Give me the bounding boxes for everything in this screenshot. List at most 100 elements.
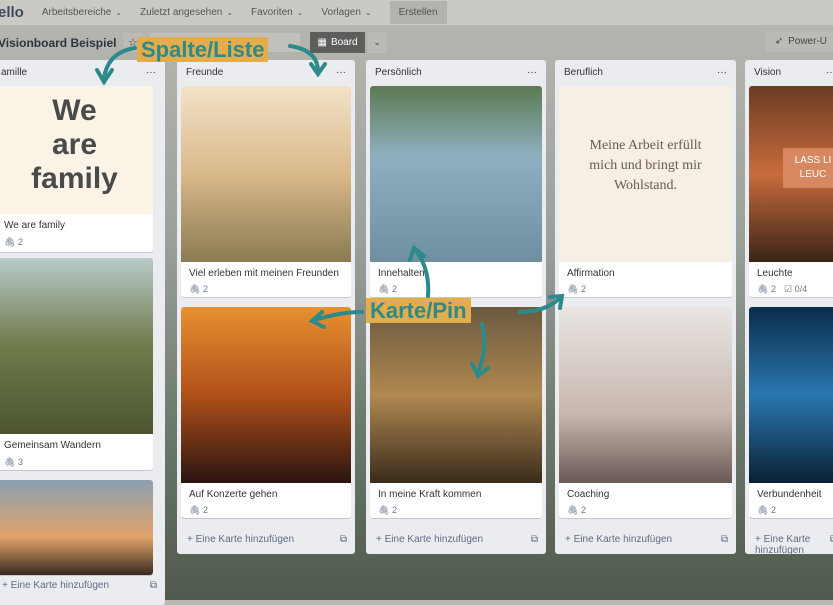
nav-workspaces[interactable]: Arbeitsbereiche ⌄: [42, 7, 122, 18]
card[interactable]: Coaching 🖇 2: [559, 307, 732, 518]
add-card-button[interactable]: + Eine Karte hinzufügen⧉: [755, 534, 833, 556]
create-button[interactable]: Erstellen: [389, 1, 447, 24]
attachment-badge: 🖇 2: [378, 505, 397, 516]
plus-icon: +: [376, 534, 382, 545]
add-card-label: Eine Karte hinzufügen: [755, 534, 811, 556]
board-title[interactable]: Visionboard Beispiel: [0, 36, 116, 50]
card[interactable]: LASS LI LEUC Leuchte 🖇 2 ☑ 0/4: [749, 86, 833, 297]
attachment-badge: 🖇 2: [189, 284, 208, 295]
template-icon[interactable]: ⧉: [340, 534, 347, 545]
paperclip-icon: 🖇: [757, 284, 769, 294]
card[interactable]: [0, 480, 153, 575]
nav-recent[interactable]: Zuletzt angesehen ⌄: [140, 7, 233, 18]
card-image: LASS LI LEUC: [749, 86, 833, 262]
attachment-count: 2: [770, 284, 776, 294]
view-label: Board: [330, 37, 358, 48]
add-card-button[interactable]: + Eine Karte hinzufügen⧉: [2, 580, 157, 591]
attachment-count: 2: [391, 284, 397, 294]
card-badges: 🖇 2 ☑ 0/4: [757, 284, 807, 295]
nav-favorites[interactable]: Favoriten ⌄: [251, 7, 303, 18]
card[interactable]: Innehalten 🖇 2: [370, 86, 542, 297]
plus-icon: +: [755, 534, 761, 545]
powerups-label: Power-U: [788, 36, 827, 47]
attachment-count: 2: [202, 284, 208, 294]
attachment-count: 2: [202, 505, 208, 515]
card-title: Innehalten: [378, 268, 425, 279]
list-title[interactable]: amille: [1, 67, 27, 78]
attachment-count: 2: [580, 505, 586, 515]
attachment-count: 2: [17, 237, 23, 247]
attachment-count: 2: [391, 505, 397, 515]
attachment-badge: 🖇 2: [189, 505, 208, 516]
attachment-badge: 🖇 2: [567, 505, 586, 516]
list-title[interactable]: Persönlich: [375, 67, 422, 78]
list-familie: amille ··· We are family We are family 🖇 …: [0, 60, 165, 605]
card-image: [370, 307, 542, 483]
template-icon[interactable]: ⧉: [721, 534, 728, 545]
card-image: [749, 307, 833, 483]
card[interactable]: Meine Arbeit erfüllt mich und bringt mir…: [559, 86, 732, 297]
add-card-label: Eine Karte hinzufügen: [384, 534, 484, 545]
card-title: Gemeinsam Wandern: [4, 440, 101, 451]
chevron-down-icon[interactable]: ⌄: [367, 32, 387, 53]
card[interactable]: Verbundenheit 🖇 2: [749, 307, 833, 518]
nav-templates[interactable]: Vorlagen ⌄: [321, 7, 371, 18]
powerups-button[interactable]: ➶ Power-U: [764, 31, 833, 52]
card[interactable]: Auf Konzerte gehen 🖇 2: [181, 307, 351, 518]
card[interactable]: We are family We are family 🖇 2: [0, 86, 153, 252]
template-icon[interactable]: ⧉: [150, 580, 157, 591]
annotation-list-label: Spalte/Liste: [137, 37, 269, 62]
more-icon[interactable]: ···: [146, 67, 156, 78]
list-title[interactable]: Beruflich: [564, 67, 603, 78]
card-badges: 🖇 2: [378, 284, 397, 295]
paperclip-icon: 🖇: [189, 284, 201, 294]
checkbox-icon: ☑: [783, 284, 793, 294]
card-title: Coaching: [567, 489, 610, 500]
card-badges: 🖇 2: [757, 505, 776, 516]
add-card-button[interactable]: + Eine Karte hinzufügen⧉: [187, 534, 347, 545]
card-title: Leuchte: [757, 268, 793, 279]
card-image: Meine Arbeit erfüllt mich und bringt mir…: [559, 86, 732, 262]
logo[interactable]: ello: [0, 4, 24, 21]
card-badges: 🖇 2: [567, 284, 586, 295]
board-header: Visionboard Beispiel ☆ ▦ Board ⌄ ➶ Power-U: [0, 30, 833, 55]
card[interactable]: Gemeinsam Wandern 🖇 3: [0, 258, 153, 470]
list-title[interactable]: Freunde: [186, 67, 223, 78]
paperclip-icon: 🖇: [567, 284, 579, 294]
template-icon[interactable]: ⧉: [531, 534, 538, 545]
image-text: Meine Arbeit erfüllt mich und bringt mir…: [589, 138, 702, 193]
card[interactable]: In meine Kraft kommen 🖇 2: [370, 307, 542, 518]
add-card-button[interactable]: + Eine Karte hinzufügen⧉: [565, 534, 728, 545]
list: Beruflich ··· Meine Arbeit erfüllt mich u…: [555, 60, 736, 554]
card-image: [181, 86, 351, 262]
add-card-button[interactable]: + Eine Karte hinzufügen ⧉: [376, 534, 538, 545]
nav-label: Favoriten: [251, 7, 293, 18]
card-image: [0, 258, 153, 434]
list: Freunde ··· Viel erleben mit meinen Freun…: [177, 60, 355, 554]
card-image: [181, 307, 351, 483]
more-icon[interactable]: ···: [717, 67, 727, 78]
chevron-down-icon: ⌄: [115, 8, 123, 17]
list-title[interactable]: Vision: [754, 67, 781, 78]
card-badges: 🖇 2: [567, 505, 586, 516]
board-view-button[interactable]: ▦ Board: [310, 32, 365, 53]
more-icon[interactable]: ···: [527, 67, 537, 78]
attachment-badge: 🖇 2: [4, 237, 23, 248]
add-card-label: Eine Karte hinzufügen: [10, 580, 110, 591]
card-title: Auf Konzerte gehen: [189, 489, 278, 500]
top-nav: ello Arbeitsbereiche ⌄ Zuletzt angesehen ⌄…: [0, 0, 833, 25]
card-title: Verbundenheit: [757, 489, 822, 500]
paperclip-icon: 🖇: [4, 457, 16, 467]
card-image: [0, 480, 153, 575]
board-icon: ▦: [317, 37, 327, 48]
card-image: [370, 86, 542, 262]
more-icon[interactable]: ···: [826, 67, 833, 78]
paperclip-icon: 🖇: [378, 505, 390, 515]
more-icon[interactable]: ···: [336, 67, 346, 78]
attachment-count: 2: [580, 284, 586, 294]
card-title: Affirmation: [567, 268, 615, 279]
nav-label: Vorlagen: [321, 7, 361, 18]
chevron-down-icon: ⌄: [226, 8, 234, 17]
list: Vision··· LASS LI LEUC Leuchte 🖇 2☑ 0/4 …: [745, 60, 833, 556]
card[interactable]: Viel erleben mit meinen Freunden 🖇 2: [181, 86, 351, 297]
